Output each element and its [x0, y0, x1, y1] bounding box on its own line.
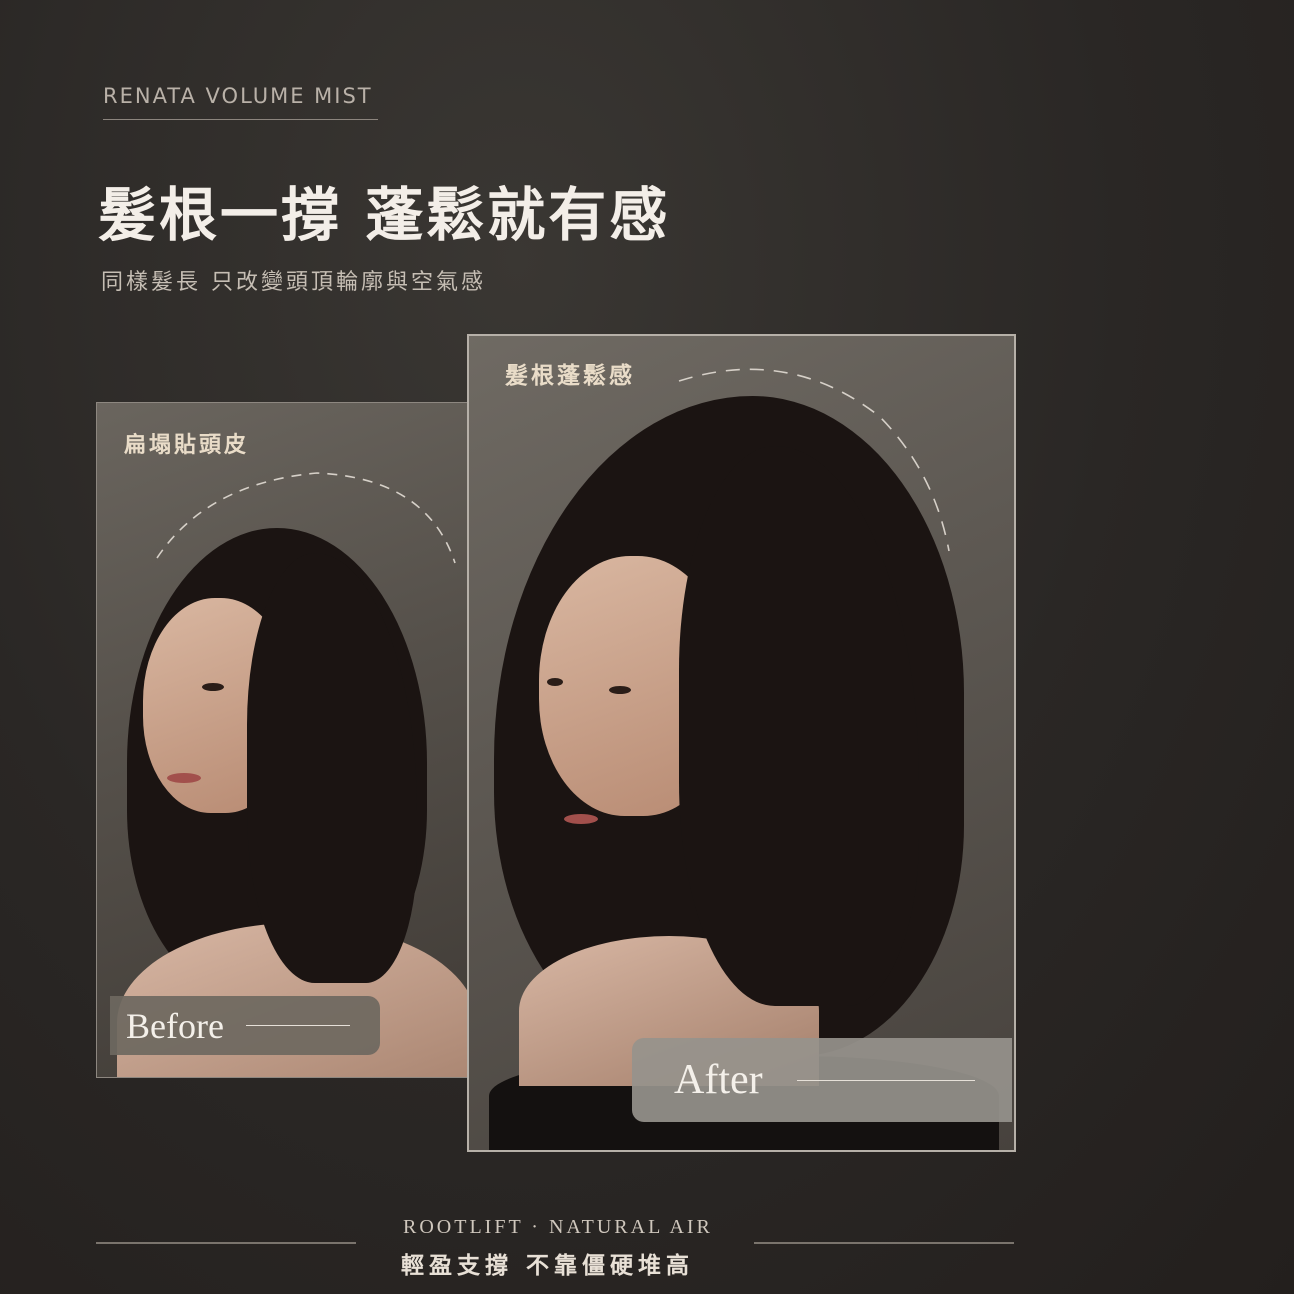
page-subline: 同樣髮長 只改變頭頂輪廓與空氣感 [101, 270, 486, 295]
footer-rule-right [754, 1242, 1014, 1244]
footer-rule-left [96, 1242, 356, 1244]
after-tag-text: After [674, 1057, 763, 1103]
after-lips [564, 814, 598, 824]
page-headline: 髮根一撐 蓬鬆就有感 [98, 181, 671, 249]
before-tag-line [245, 1025, 350, 1026]
footer-chinese: 輕盈支撐 不靠僵硬堆高 [401, 1253, 695, 1279]
after-eye [547, 678, 563, 686]
before-label: 扁塌貼頭皮 [124, 433, 250, 458]
before-tag-text: Before [126, 1005, 224, 1046]
after-contour-arc [678, 368, 950, 552]
after-eye [609, 686, 631, 694]
after-photo-card: 髮根蓬鬆感 [467, 334, 1016, 1152]
footer-english: ROOTLIFT · NATURAL AIR [403, 1216, 713, 1238]
before-eye [202, 683, 224, 691]
before-tag: Before [110, 996, 380, 1055]
brand-name: RENATA VOLUME MIST [103, 84, 373, 108]
before-photo-card: 扁塌貼頭皮 [96, 402, 470, 1078]
after-label: 髮根蓬鬆感 [505, 363, 635, 389]
after-tag: After [632, 1038, 1012, 1122]
before-contour-arc [156, 472, 456, 564]
after-tag-line [796, 1079, 975, 1081]
before-lips [167, 773, 201, 783]
brand-underline [103, 119, 378, 120]
